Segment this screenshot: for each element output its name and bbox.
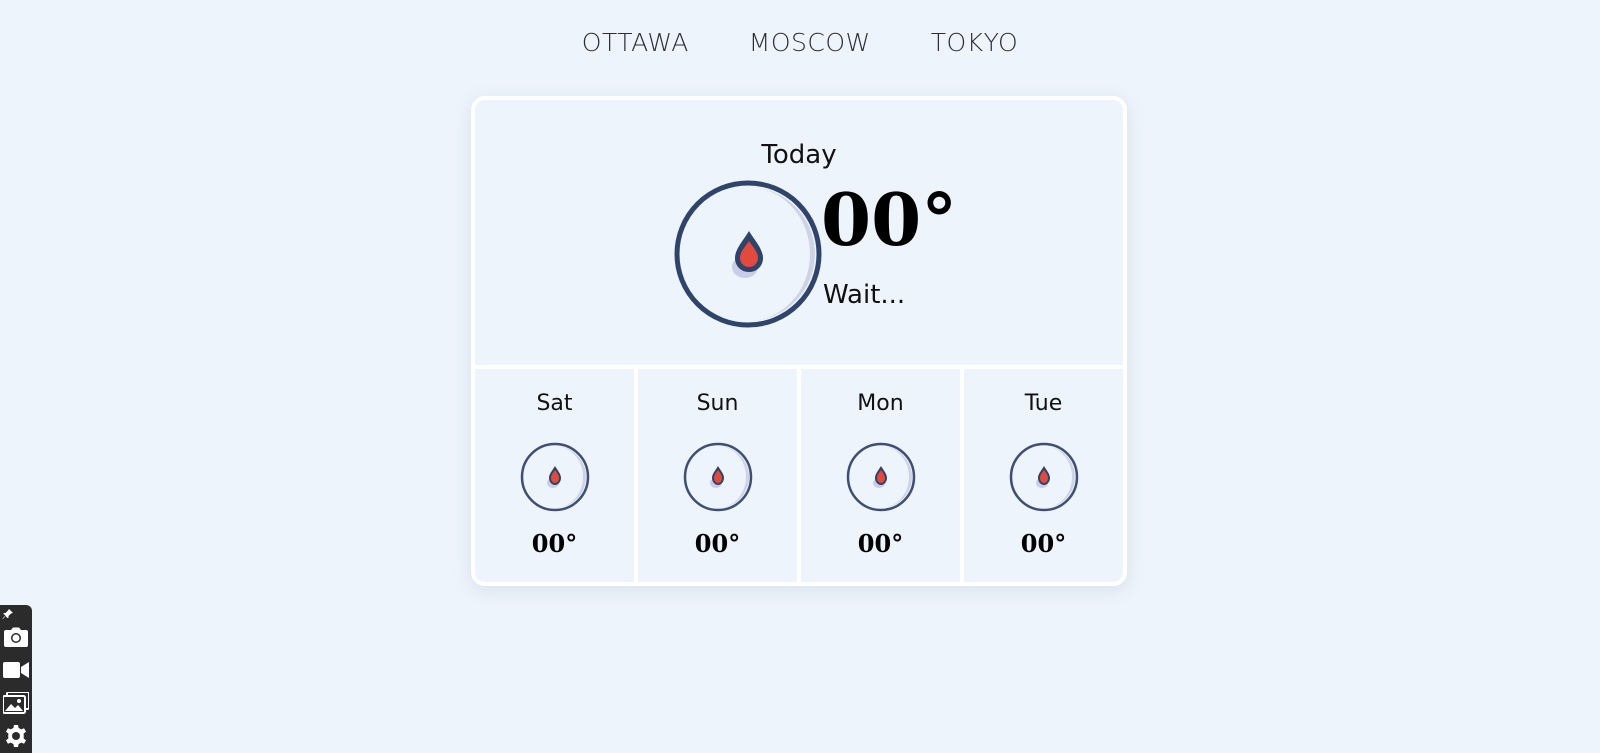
forecast-row: Sat 00° Sun 00° Mon 00° Tue 00° [475,369,1123,582]
screen-capture-toolbar [0,605,32,753]
today-status: Wait... [823,280,906,310]
day-name: Sun [696,391,739,416]
droplet-icon [674,180,822,328]
today-temperature: 00° [821,177,958,262]
droplet-icon [846,442,915,512]
droplet-icon [1009,442,1078,512]
city-nav: OTTAWA MOSCOW TOKYO [0,28,1600,57]
city-tab-ottawa[interactable]: OTTAWA [582,28,689,57]
settings-icon[interactable] [2,722,30,750]
today-label: Today [761,140,837,170]
forecast-day: Sun 00° [638,369,801,582]
gallery-icon[interactable] [2,689,30,717]
pin-icon[interactable] [0,607,16,621]
camera-icon[interactable] [2,623,30,651]
forecast-day: Tue 00° [964,369,1123,582]
today-panel: Today 00° Wait... [475,100,1123,369]
city-tab-moscow[interactable]: MOSCOW [749,28,871,57]
day-temperature: 00° [531,529,578,558]
weather-card: Today 00° Wait... Sat 00° Sun 00° Mon 00… [471,96,1127,586]
day-name: Mon [857,391,904,416]
droplet-icon [520,442,589,512]
video-icon[interactable] [2,656,30,684]
day-name: Tue [1024,391,1063,416]
forecast-day: Mon 00° [801,369,964,582]
city-tab-tokyo[interactable]: TOKYO [931,28,1018,57]
droplet-icon [683,442,752,512]
day-name: Sat [536,391,573,416]
day-temperature: 00° [694,529,741,558]
day-temperature: 00° [1020,529,1067,558]
forecast-day: Sat 00° [475,369,638,582]
day-temperature: 00° [857,529,904,558]
